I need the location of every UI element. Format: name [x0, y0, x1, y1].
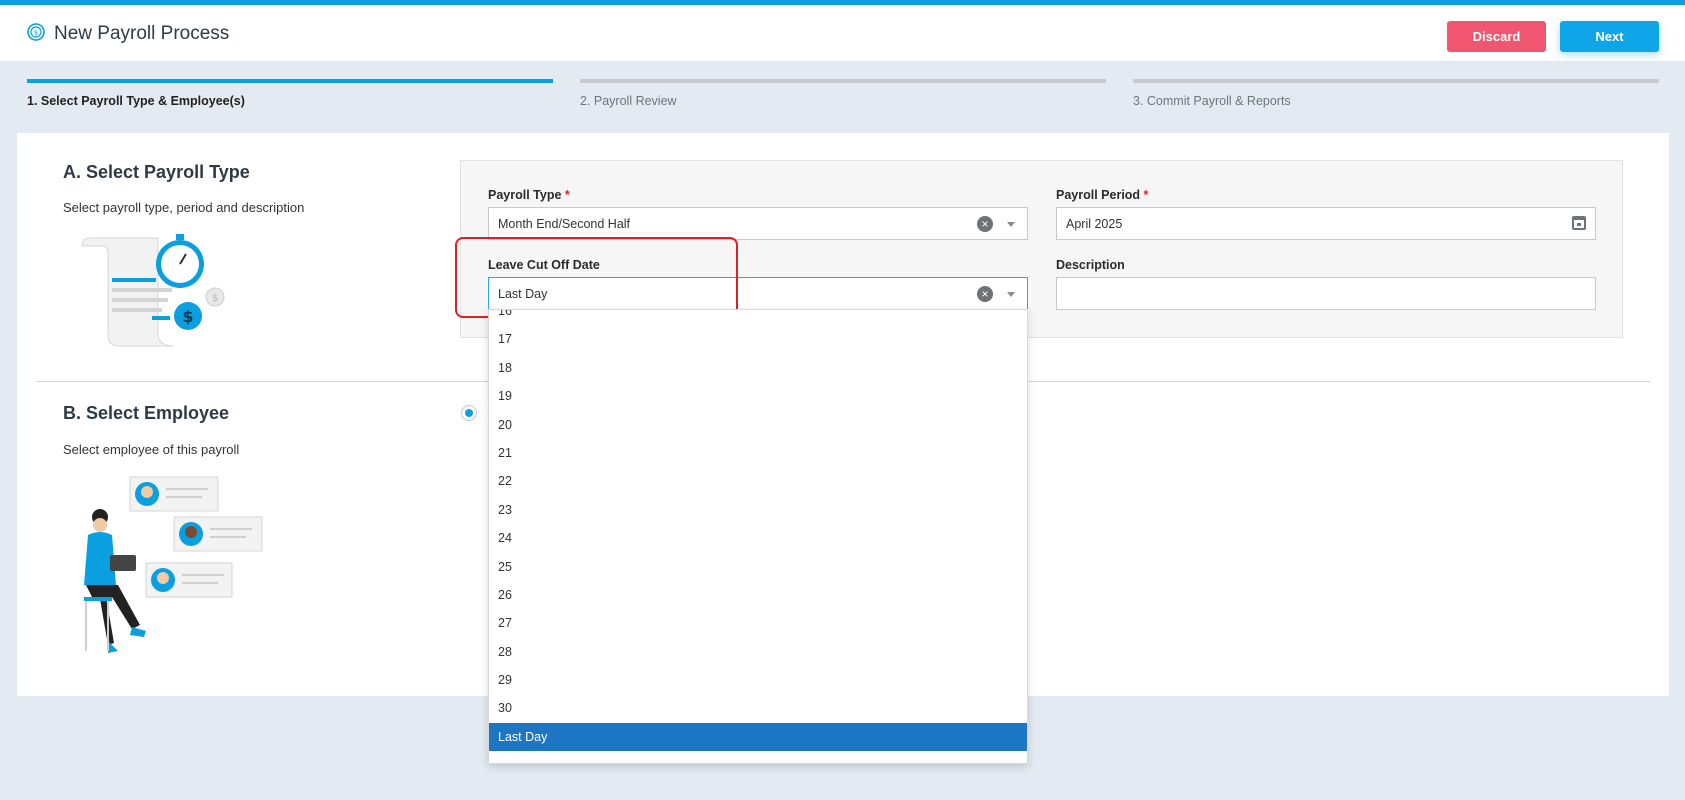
dropdown-option[interactable]: 29 [489, 666, 1027, 694]
payroll-type-value: Month End/Second Half [498, 217, 631, 231]
payroll-logo-icon: $ [27, 23, 45, 41]
payroll-period-picker[interactable]: April 2025 [1056, 207, 1596, 240]
payroll-period-value: April 2025 [1066, 217, 1123, 231]
payroll-period-label-text: Payroll Period [1056, 188, 1141, 202]
dropdown-option[interactable]: 21 [489, 439, 1027, 467]
employee-illustration [84, 476, 263, 653]
highlight-annotation-box [455, 237, 738, 318]
payroll-type-label: Payroll Type * [488, 188, 570, 202]
description-label: Description [1056, 258, 1125, 272]
step-2-progress-bar [580, 79, 1106, 83]
svg-text:$: $ [212, 293, 218, 304]
step-3-progress-bar [1133, 79, 1659, 83]
dropdown-option[interactable]: 16 [489, 310, 1027, 325]
step-2-label[interactable]: 2. Payroll Review [580, 94, 677, 108]
dropdown-option[interactable]: 19 [489, 382, 1027, 410]
dropdown-option[interactable]: 27 [489, 609, 1027, 637]
dropdown-option-selected[interactable]: Last Day [489, 722, 1027, 752]
section-a-title: A. Select Payroll Type [63, 162, 250, 182]
calendar-icon[interactable] [1572, 216, 1586, 230]
section-a-description: Select payroll type, period and descript… [63, 200, 305, 215]
description-input[interactable] [1056, 277, 1596, 310]
discard-button[interactable]: Discard [1447, 21, 1546, 52]
section-b-description: Select employee of this payroll [63, 442, 240, 457]
required-marker: * [564, 188, 570, 202]
dropdown-option[interactable]: 28 [489, 638, 1027, 666]
dropdown-option[interactable]: 26 [489, 581, 1027, 609]
required-marker: * [1143, 188, 1149, 202]
payroll-illustration: $ $ [81, 234, 225, 347]
clear-icon[interactable]: × [977, 286, 993, 302]
leave-cutoff-dropdown: 16 17 18 19 20 21 22 23 24 25 26 27 28 2… [488, 309, 1028, 764]
payroll-type-label-text: Payroll Type [488, 188, 562, 202]
payroll-type-select[interactable]: Month End/Second Half × [488, 207, 1028, 240]
clear-icon[interactable]: × [977, 216, 993, 232]
svg-text:$: $ [182, 307, 193, 326]
dropdown-option[interactable]: 24 [489, 524, 1027, 552]
chevron-down-icon[interactable] [1007, 292, 1015, 297]
payroll-period-label: Payroll Period * [1056, 188, 1148, 202]
dropdown-option[interactable]: 22 [489, 467, 1027, 495]
dropdown-option[interactable]: 30 [489, 694, 1027, 722]
svg-text:$: $ [34, 29, 38, 37]
step-1-progress-bar [27, 79, 553, 83]
dropdown-option[interactable]: 25 [489, 553, 1027, 581]
step-1-label[interactable]: 1. Select Payroll Type & Employee(s) [27, 94, 245, 108]
next-button[interactable]: Next [1560, 21, 1659, 52]
dropdown-options-list: 16 17 18 19 20 21 22 23 24 25 26 27 28 2… [489, 310, 1027, 752]
dropdown-option[interactable]: 18 [489, 354, 1027, 382]
dropdown-option[interactable]: 17 [489, 325, 1027, 353]
dropdown-option[interactable]: 20 [489, 411, 1027, 439]
section-b-title: B. Select Employee [63, 403, 230, 423]
step-3-label[interactable]: 3. Commit Payroll & Reports [1133, 94, 1291, 108]
select-employee-radio[interactable] [461, 405, 477, 421]
dropdown-option[interactable]: 23 [489, 496, 1027, 524]
chevron-down-icon[interactable] [1007, 222, 1015, 227]
page-header: $ New Payroll Process Discard Next [0, 5, 1685, 61]
page-title: New Payroll Process [54, 23, 230, 44]
